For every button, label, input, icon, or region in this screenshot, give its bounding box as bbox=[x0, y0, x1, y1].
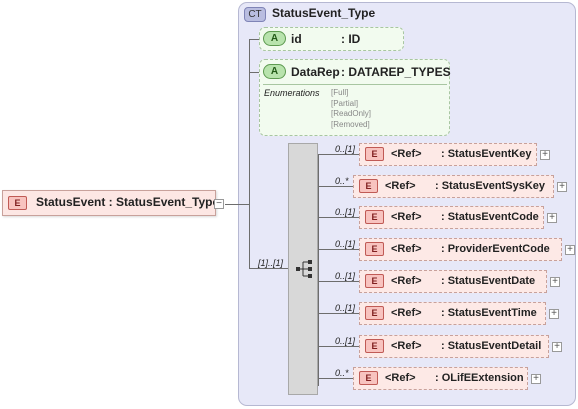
root-element-badge: E bbox=[8, 196, 27, 210]
child-cardinality: 0..[1] bbox=[335, 271, 356, 281]
child-element-badge: E bbox=[365, 147, 384, 161]
child-ref-label: <Ref> bbox=[391, 243, 422, 255]
child-element-badge: E bbox=[365, 242, 384, 256]
child-cardinality: 0..* bbox=[335, 176, 349, 186]
complex-type-badge: CT bbox=[244, 7, 266, 22]
child-cardinality: 0..[1] bbox=[335, 144, 356, 154]
child-element-name: : StatusEventDetail bbox=[441, 340, 542, 352]
child-ref-label: <Ref> bbox=[391, 211, 422, 223]
attribute-datarep-badge: A bbox=[263, 64, 286, 79]
sequence-cardinality: [1]..[1] bbox=[258, 258, 284, 268]
sequence-icon bbox=[296, 260, 312, 278]
connector-root bbox=[225, 204, 249, 205]
child-connector bbox=[318, 346, 359, 347]
enumeration-readonly: [ReadOnly] bbox=[331, 109, 372, 118]
child-expand-icon[interactable]: + bbox=[565, 245, 575, 255]
child-connector bbox=[318, 249, 359, 250]
connector-sequence bbox=[249, 268, 289, 269]
enumeration-partial: [Partial] bbox=[331, 98, 359, 108]
complex-type-name: StatusEvent_Type bbox=[272, 6, 376, 20]
child-cardinality: 0..[1] bbox=[335, 239, 356, 249]
child-element-badge: E bbox=[365, 210, 384, 224]
child-expand-icon[interactable]: + bbox=[547, 213, 557, 223]
child-connector bbox=[318, 186, 353, 187]
child-connector bbox=[318, 217, 359, 218]
child-connector bbox=[318, 281, 359, 282]
child-element-badge: E bbox=[365, 306, 384, 320]
child-connector bbox=[318, 313, 359, 314]
child-ref-label: <Ref> bbox=[385, 372, 416, 384]
child-ref-label: <Ref> bbox=[391, 148, 422, 160]
attribute-datarep-type: : DATAREP_TYPES bbox=[341, 65, 451, 79]
child-cardinality: 0..* bbox=[335, 368, 349, 378]
child-expand-icon[interactable]: + bbox=[550, 277, 560, 287]
child-ref-label: <Ref> bbox=[391, 275, 422, 287]
child-element-name: : ProviderEventCode bbox=[441, 243, 550, 255]
child-element-name: : OLifEExtension bbox=[435, 372, 524, 384]
child-connector bbox=[318, 378, 353, 379]
enumeration-removed: [Removed] bbox=[331, 119, 370, 129]
child-element-badge: E bbox=[365, 339, 384, 353]
connector-children-trunk bbox=[318, 155, 319, 386]
enumeration-full: [Full] bbox=[331, 88, 349, 97]
child-cardinality: 0..[1] bbox=[335, 303, 356, 313]
root-element-label: StatusEvent : StatusEvent_Type bbox=[36, 195, 220, 209]
connector-trunk bbox=[249, 39, 250, 268]
child-expand-icon[interactable]: + bbox=[549, 309, 559, 319]
child-element-name: : StatusEventCode bbox=[441, 211, 539, 223]
child-element-name: : StatusEventSysKey bbox=[435, 180, 546, 192]
child-element-badge: E bbox=[359, 179, 378, 193]
attribute-id-badge: A bbox=[263, 31, 286, 46]
child-cardinality: 0..[1] bbox=[335, 336, 356, 346]
child-connector bbox=[318, 154, 359, 155]
child-cardinality: 0..[1] bbox=[335, 207, 356, 217]
child-ref-label: <Ref> bbox=[391, 307, 422, 319]
attribute-id-type: : ID bbox=[341, 32, 361, 46]
child-expand-icon[interactable]: + bbox=[540, 150, 550, 160]
child-ref-label: <Ref> bbox=[385, 180, 416, 192]
child-element-name: : StatusEventTime bbox=[441, 307, 537, 319]
child-element-badge: E bbox=[359, 371, 378, 385]
child-element-name: : StatusEventKey bbox=[441, 148, 532, 160]
root-collapse-icon[interactable]: − bbox=[214, 199, 224, 209]
child-expand-icon[interactable]: + bbox=[531, 374, 541, 384]
child-element-badge: E bbox=[365, 274, 384, 288]
child-expand-icon[interactable]: + bbox=[557, 182, 567, 192]
attribute-id-name: id bbox=[291, 32, 302, 46]
attribute-datarep-name: DataRep bbox=[291, 65, 340, 79]
attribute-datarep-divider bbox=[263, 84, 447, 85]
child-expand-icon[interactable]: + bbox=[552, 342, 562, 352]
child-element-name: : StatusEventDate bbox=[441, 275, 536, 287]
child-ref-label: <Ref> bbox=[391, 340, 422, 352]
enumerations-label: Enumerations bbox=[264, 88, 320, 98]
